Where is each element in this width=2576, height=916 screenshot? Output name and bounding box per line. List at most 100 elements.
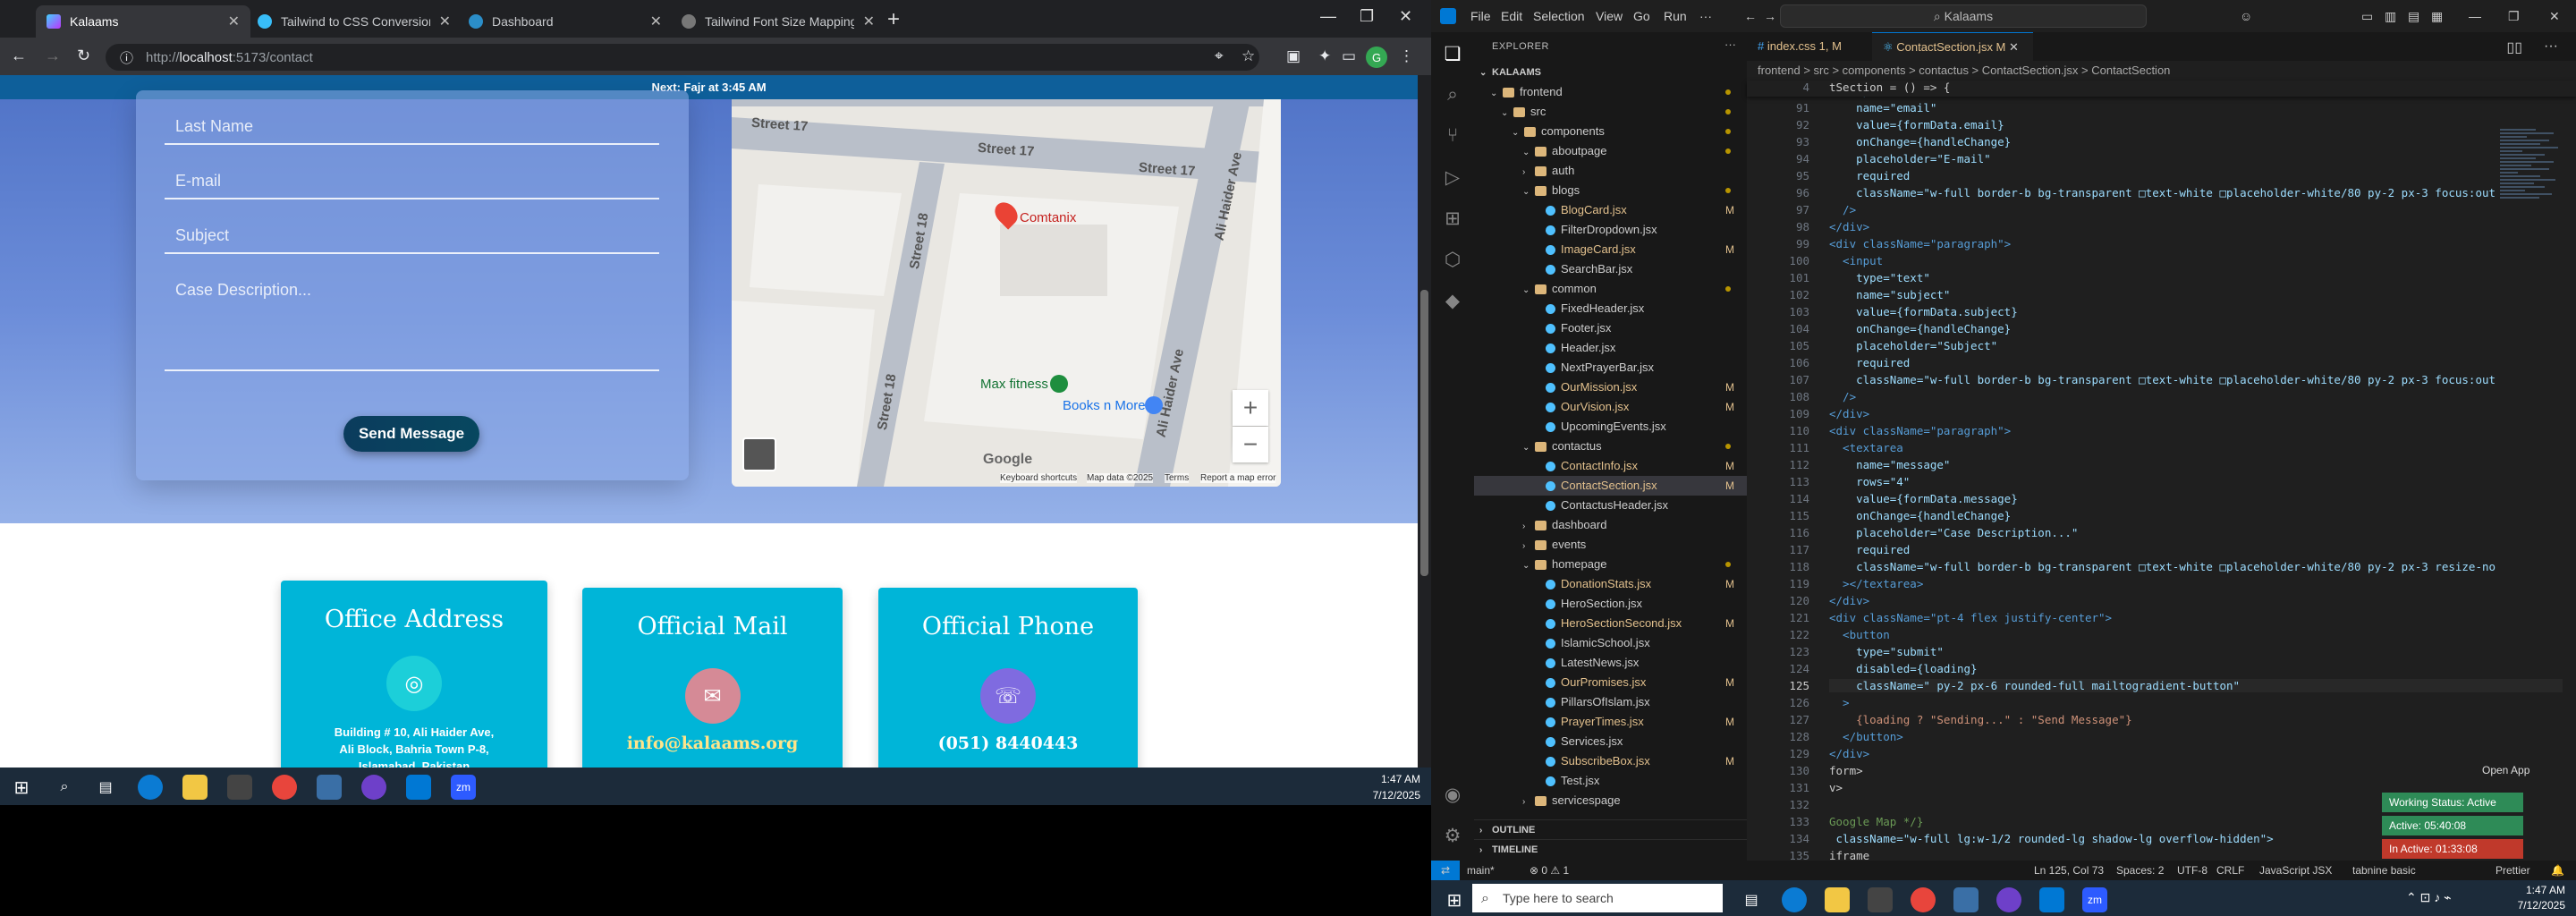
copilot-icon[interactable]: ☺ (2240, 9, 2252, 23)
file-item[interactable]: FixedHeader.jsx (1474, 299, 1747, 318)
file-item[interactable]: HeroSection.jsx (1474, 594, 1747, 614)
keyboard-shortcuts-link[interactable]: Keyboard shortcuts (1000, 473, 1078, 483)
tab-index-css[interactable]: # index.css 1, M (1747, 32, 1872, 61)
page-scrollbar[interactable] (1418, 75, 1431, 768)
settings-gear-icon[interactable]: ⚙ (1442, 825, 1463, 846)
menu-file[interactable]: File (1470, 9, 1491, 23)
menu-selection[interactable]: Selection (1533, 9, 1585, 23)
notifications-icon[interactable]: 🔔 (2551, 861, 2564, 880)
folder-item[interactable]: ⌄ frontend (1474, 82, 1747, 102)
windows-start-icon[interactable]: ⊞ (9, 775, 34, 800)
bookmark-star-icon[interactable]: ☆ (1241, 47, 1255, 65)
vscode-icon[interactable] (2039, 887, 2064, 912)
file-item[interactable]: FilterDropdown.jsx (1474, 220, 1747, 240)
code-view[interactable]: 4 tSection = () => { 90 <input91 name="e… (1747, 81, 2576, 862)
file-item[interactable]: Test.jsx (1474, 771, 1747, 791)
minimap[interactable] (2500, 129, 2563, 397)
zoom-app-icon[interactable]: zm (451, 775, 476, 800)
line-ending[interactable]: CRLF (2216, 861, 2244, 880)
file-item[interactable]: OurVision.jsx M (1474, 397, 1747, 417)
file-explorer-icon[interactable] (1825, 887, 1850, 912)
open-app-link[interactable]: Open App (2482, 764, 2529, 776)
poi-books[interactable]: Books n More (1063, 398, 1146, 413)
file-item[interactable]: ImageCard.jsx M (1474, 240, 1747, 259)
file-item[interactable]: ContactusHeader.jsx (1474, 496, 1747, 515)
poi-fitness[interactable]: Max fitness (980, 377, 1048, 392)
tab-kalaams[interactable]: Kalaams ✕ (36, 5, 250, 38)
file-item[interactable]: IslamicSchool.jsx (1474, 633, 1747, 653)
edge-icon[interactable] (1782, 887, 1807, 912)
file-item[interactable]: Header.jsx (1474, 338, 1747, 358)
folder-item[interactable]: ⌄ common (1474, 279, 1747, 299)
google-map[interactable]: Street 17 Street 17 Street 17 Street 18 … (732, 99, 1281, 487)
chrome-icon[interactable] (272, 775, 297, 800)
report-error-link[interactable]: Report a map error (1200, 473, 1276, 483)
search-icon[interactable]: ⌕ (52, 775, 77, 800)
extension-icon[interactable]: ▣ (1286, 47, 1301, 65)
edge-icon[interactable] (138, 775, 163, 800)
file-item[interactable]: ContactInfo.jsx M (1474, 456, 1747, 476)
file-item[interactable]: Services.jsx (1474, 732, 1747, 751)
email-field[interactable]: E-mail (165, 172, 659, 199)
tabnine-icon[interactable]: ◆ (1442, 290, 1463, 311)
menu-view[interactable]: View (1596, 9, 1623, 23)
folder-item[interactable]: › auth (1474, 161, 1747, 181)
menu-edit[interactable]: Edit (1501, 9, 1522, 23)
address-bar[interactable]: ⓘ http://localhost:5173/contact (106, 44, 1259, 71)
minimize-icon[interactable]: — (1320, 7, 1336, 26)
task-view-icon[interactable]: ▤ (93, 775, 118, 800)
file-item[interactable]: PrayerTimes.jsx M (1474, 712, 1747, 732)
timeline-section[interactable]: › TIMELINE (1474, 839, 1747, 859)
chrome-icon[interactable] (1911, 887, 1936, 912)
app-icon[interactable] (1953, 887, 1979, 912)
file-item[interactable]: UpcomingEvents.jsx (1474, 417, 1747, 437)
folder-item[interactable]: ⌄ homepage (1474, 555, 1747, 574)
location-icon[interactable]: ⌖ (1215, 47, 1224, 65)
command-center[interactable]: ⌕ Kalaams (1780, 4, 2147, 28)
sidebar-icon[interactable]: ▭ (1342, 47, 1356, 65)
phone-number[interactable]: (051) 8440443 (878, 735, 1138, 752)
file-item[interactable]: OurMission.jsx M (1474, 377, 1747, 397)
file-item[interactable]: LatestNews.jsx (1474, 653, 1747, 673)
sidebar-toggle-icon[interactable]: ▥ (2385, 9, 2396, 24)
folder-item[interactable]: ⌄ src (1474, 102, 1747, 122)
folder-item[interactable]: ⌄ contactus (1474, 437, 1747, 456)
send-message-button[interactable]: Send Message (343, 416, 479, 452)
task-view-icon[interactable]: ▤ (1739, 887, 1764, 912)
cursor-position[interactable]: Ln 125, Col 73 (2034, 861, 2104, 880)
encoding[interactable]: UTF-8 (2177, 861, 2207, 880)
file-item[interactable]: ContactSection.jsx M (1474, 476, 1747, 496)
tab-contactsection[interactable]: ⚛ ContactSection.jsx M ✕ (1872, 32, 2033, 61)
profile-avatar[interactable]: G (1366, 47, 1387, 68)
menu-go[interactable]: Go (1633, 9, 1650, 23)
file-item[interactable]: DonationStats.jsx M (1474, 574, 1747, 594)
nav-forward-icon[interactable]: → (1764, 9, 1776, 23)
tabnine-status[interactable]: tabnine basic (2352, 861, 2416, 880)
more-actions-icon[interactable]: ··· (2544, 38, 2558, 55)
scroll-thumb[interactable] (1420, 290, 1428, 576)
panel-toggle-icon[interactable]: ▤ (2408, 9, 2419, 24)
close-icon[interactable]: ✕ (228, 13, 240, 30)
close-icon[interactable]: ✕ (863, 13, 875, 30)
tray-icons[interactable]: ⌃ ⊡ ♪ ⌁ (2406, 890, 2452, 905)
language-mode[interactable]: JavaScript JSX (2259, 861, 2332, 880)
github-desktop-icon[interactable] (361, 775, 386, 800)
restore-icon[interactable]: ❐ (2508, 9, 2520, 24)
run-debug-icon[interactable]: ▷ (1442, 166, 1463, 188)
github-desktop-icon[interactable] (1996, 887, 2021, 912)
file-item[interactable]: HeroSectionSecond.jsx M (1474, 614, 1747, 633)
search-icon[interactable]: ⌕ (1442, 84, 1463, 106)
site-info-icon[interactable]: ⓘ (120, 48, 133, 67)
reload-icon[interactable]: ↻ (77, 47, 90, 65)
folder-item[interactable]: ⌄ blogs (1474, 181, 1747, 200)
back-icon[interactable]: ← (11, 47, 27, 65)
minimize-icon[interactable]: — (2469, 9, 2481, 23)
subject-field[interactable]: Subject (165, 226, 659, 254)
git-branch[interactable]: main* (1467, 861, 1495, 880)
tab-tailwind-css[interactable]: Tailwind to CSS Conversion ✕ (247, 5, 462, 38)
new-tab-button[interactable]: + (887, 7, 900, 32)
email-link[interactable]: info@kalaams.org (582, 735, 843, 752)
description-field[interactable]: Case Description... (165, 281, 659, 371)
remote-indicator-icon[interactable]: ⇄ (1431, 861, 1460, 880)
taskbar-search-input[interactable]: Type here to search (1472, 884, 1723, 912)
